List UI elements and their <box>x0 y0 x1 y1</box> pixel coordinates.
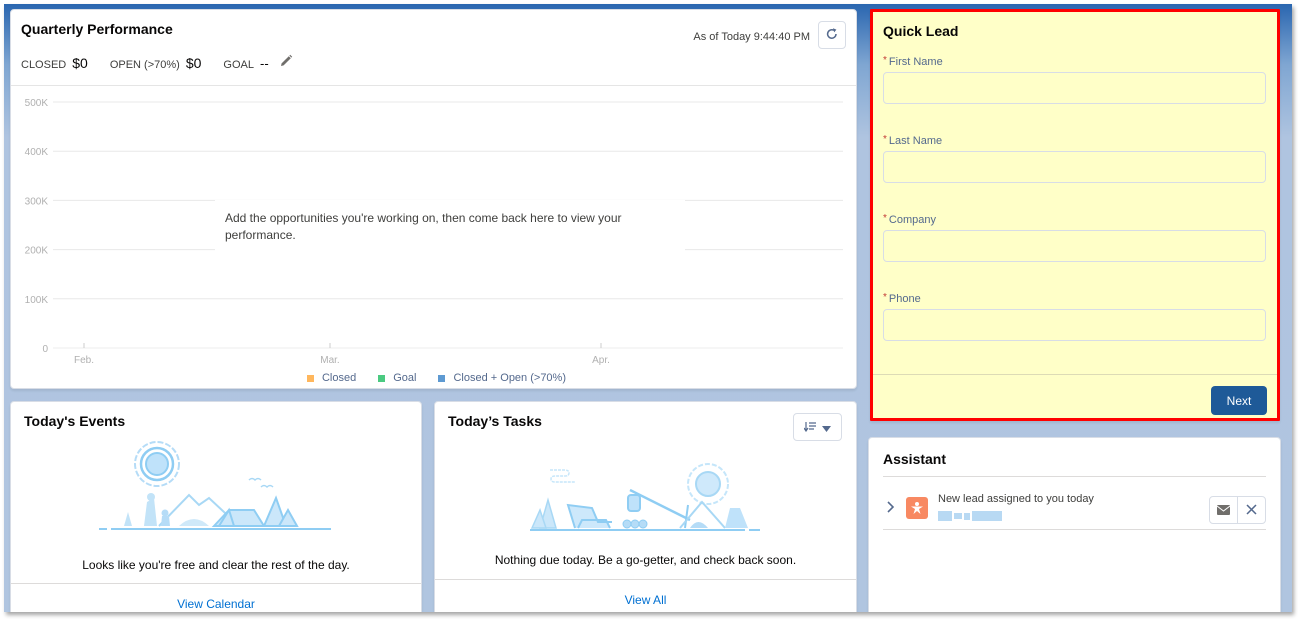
divider <box>883 476 1266 477</box>
goal-label: GOAL <box>223 59 254 71</box>
close-icon <box>1246 503 1257 518</box>
assistant-action-group <box>1209 496 1266 524</box>
divider <box>883 529 1266 530</box>
field-label: * First Name <box>883 55 1266 69</box>
assistant-item: New lead assigned to you today <box>883 493 1266 529</box>
redacted-block <box>964 512 970 520</box>
last-name-label: Last Name <box>888 135 943 147</box>
campfire-illustration <box>530 463 760 531</box>
first-name-field: * First Name <box>883 56 1266 104</box>
legend-label: Closed + Open (>70%) <box>453 372 566 384</box>
redacted-block <box>954 513 962 519</box>
lead-icon <box>906 497 928 519</box>
camping-illustration <box>99 441 331 530</box>
card-title: Quick Lead <box>883 23 959 39</box>
required-marker: * <box>883 55 887 66</box>
last-name-field: * Last Name <box>883 135 1266 183</box>
view-all-link[interactable]: View All <box>435 593 856 607</box>
y-tick-label: 300K <box>25 196 49 207</box>
phone-input[interactable] <box>883 309 1266 341</box>
card-title: Today's Events <box>24 413 126 429</box>
x-tick-label: Feb. <box>74 355 94 365</box>
y-tick-label: 500K <box>25 98 49 109</box>
x-tick-label: Apr. <box>592 355 610 365</box>
chart-empty-message: Add the opportunities you're working on,… <box>215 200 685 254</box>
company-field: * Company <box>883 214 1266 262</box>
required-marker: * <box>883 134 887 145</box>
footer-divider <box>873 374 1277 375</box>
redacted-block <box>938 511 952 521</box>
card-title: Quarterly Performance <box>21 21 173 37</box>
view-calendar-link[interactable]: View Calendar <box>11 597 421 611</box>
x-tick-label: Mar. <box>320 355 339 365</box>
y-tick-label: 200K <box>25 246 49 257</box>
events-empty-text: Looks like you're free and clear the res… <box>82 558 350 572</box>
legend-swatch <box>378 374 386 382</box>
chevron-down-icon <box>822 420 831 435</box>
legend-item-goal[interactable]: Goal <box>378 372 416 384</box>
card-title: Today’s Tasks <box>448 413 542 429</box>
pencil-icon[interactable] <box>279 54 293 68</box>
refresh-button[interactable] <box>818 21 846 49</box>
field-label: * Last Name <box>883 134 1266 148</box>
legend-item-closed[interactable]: Closed <box>306 372 357 384</box>
as-of-timestamp: As of Today 9:44:40 PM <box>693 31 810 43</box>
company-label: Company <box>888 214 936 226</box>
app-background: Quarterly Performance CLOSED $0 OPEN (>7… <box>4 4 1292 612</box>
chevron-right-icon[interactable] <box>885 500 897 514</box>
first-name-label: First Name <box>888 56 943 68</box>
required-marker: * <box>883 213 887 224</box>
goal-value: -- <box>259 56 269 71</box>
field-label: * Phone <box>883 292 1266 306</box>
quarterly-performance-card: Quarterly Performance CLOSED $0 OPEN (>7… <box>10 9 857 389</box>
legend-swatch <box>438 374 446 382</box>
todays-tasks-card: Today’s Tasks Nothing due today. Be a go… <box>434 401 857 612</box>
phone-label: Phone <box>888 293 921 305</box>
refresh-icon <box>825 27 839 44</box>
next-button[interactable]: Next <box>1211 386 1267 415</box>
phone-field: * Phone <box>883 293 1266 341</box>
dismiss-button[interactable] <box>1237 497 1265 523</box>
assistant-card: Assistant New lead assigned to you today <box>868 437 1281 612</box>
email-button[interactable] <box>1210 497 1237 523</box>
email-icon <box>1216 503 1231 518</box>
legend-label: Goal <box>393 372 417 384</box>
divider <box>435 579 856 580</box>
sort-icon <box>803 420 816 435</box>
performance-stats: CLOSED $0 OPEN (>70%) $0 GOAL -- <box>21 54 293 71</box>
divider <box>11 85 856 86</box>
redacted-lead-link[interactable] <box>938 508 1004 524</box>
first-name-input[interactable] <box>883 72 1266 104</box>
y-tick-label: 0 <box>42 344 48 355</box>
redacted-block <box>972 511 1002 521</box>
chart-legend: Closed Goal Closed + Open (>70%) <box>11 372 856 384</box>
closed-value: $0 <box>72 55 88 71</box>
required-marker: * <box>883 292 887 303</box>
tasks-empty-text: Nothing due today. Be a go-getter, and c… <box>494 553 797 567</box>
company-input[interactable] <box>883 230 1266 262</box>
todays-events-card: Today's Events Looks like you're free an… <box>10 401 422 612</box>
field-label: * Company <box>883 213 1266 227</box>
divider <box>11 583 421 584</box>
y-tick-label: 100K <box>25 295 49 306</box>
open-label: OPEN (>70%) <box>109 59 180 71</box>
y-tick-label: 400K <box>25 147 49 158</box>
last-name-input[interactable] <box>883 151 1266 183</box>
sort-menu-button[interactable] <box>793 413 842 441</box>
legend-swatch <box>306 374 314 382</box>
assistant-item-text: New lead assigned to you today <box>938 493 1094 505</box>
card-title: Assistant <box>883 451 947 467</box>
closed-label: CLOSED <box>21 59 67 71</box>
quick-lead-card: Quick Lead * First Name * Last Name * Compa… <box>870 9 1280 421</box>
legend-label: Closed <box>321 372 357 384</box>
legend-item-closed-open[interactable]: Closed + Open (>70%) <box>438 372 566 384</box>
open-value: $0 <box>185 55 202 71</box>
